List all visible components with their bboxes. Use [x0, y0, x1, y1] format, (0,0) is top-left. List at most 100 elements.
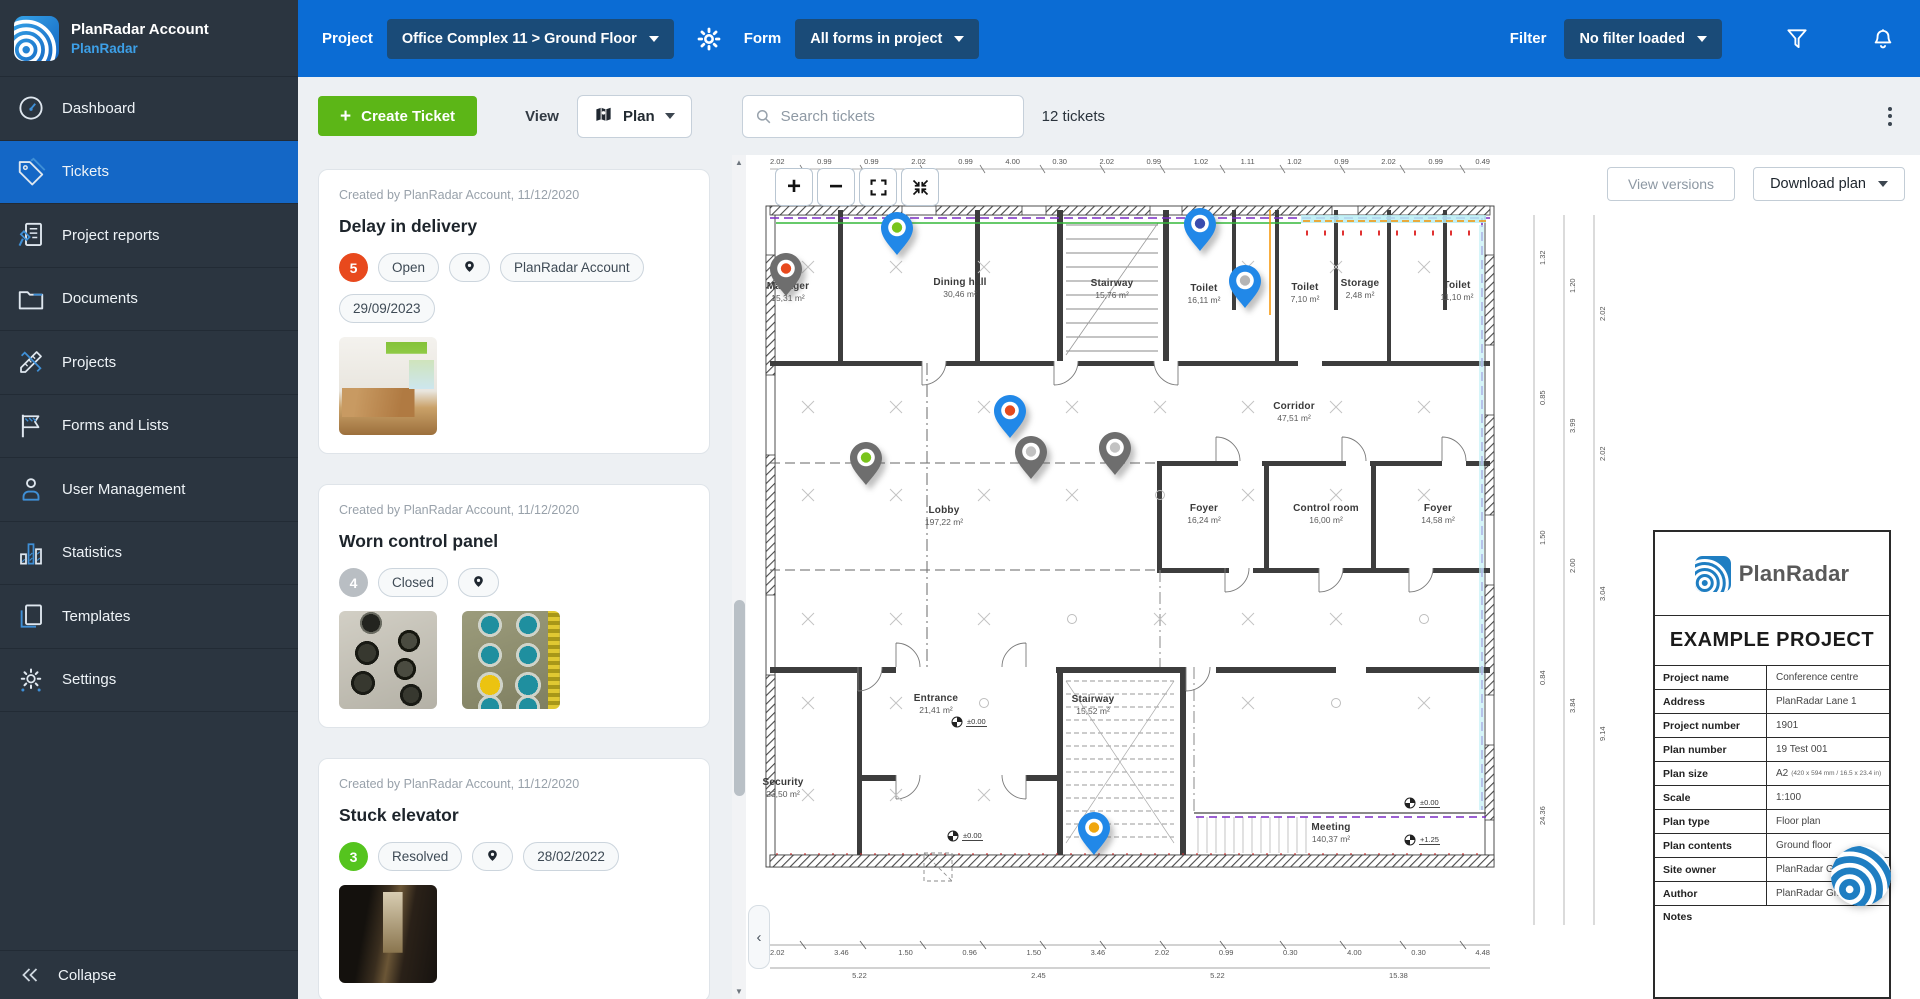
zoom-out-button[interactable]: −: [817, 168, 855, 206]
ticket-card[interactable]: Created by PlanRadar Account, 11/12/2020…: [318, 758, 710, 999]
dimension-value: 0.49: [1475, 157, 1490, 166]
fullscreen-icon[interactable]: [859, 168, 897, 206]
titleblock-row: Project number1901: [1655, 714, 1889, 738]
sidebar-item-tickets[interactable]: Tickets: [0, 141, 298, 205]
account-name: PlanRadar Account: [71, 21, 209, 38]
ticket-thumbnail-elevator-interior[interactable]: [339, 885, 437, 983]
filter-selector[interactable]: No filter loaded: [1564, 19, 1722, 59]
plan-title-block: PlanRadar EXAMPLE PROJECT Project nameCo…: [1653, 530, 1891, 999]
sidebar-item-dashboard[interactable]: Dashboard: [0, 77, 298, 141]
form-selector-value: All forms in project: [810, 31, 942, 47]
account-header[interactable]: PlanRadar Account PlanRadar: [0, 0, 298, 77]
plan-settings-gear-icon[interactable]: [696, 26, 722, 52]
sidebar-item-user-management[interactable]: User Management: [0, 458, 298, 522]
funnel-filter-icon[interactable]: [1784, 26, 1810, 52]
location-pin-pill[interactable]: [458, 568, 499, 597]
titleblock-row-label: Address: [1655, 690, 1767, 713]
ticket-count: 12 tickets: [1042, 108, 1105, 125]
ticket-number-badge: 4: [339, 568, 368, 597]
dimension-value: 0.99: [1334, 157, 1349, 166]
dimension-value: 2.02: [1598, 306, 1607, 321]
sidebar-item-label: Statistics: [62, 544, 122, 561]
filter-label: Filter: [1510, 30, 1547, 47]
ticket-user-pill[interactable]: PlanRadar Account: [500, 253, 644, 282]
chevron-down-icon: [649, 36, 659, 42]
project-label: Project: [322, 30, 373, 47]
ticket-pin[interactable]: [768, 252, 804, 303]
titleblock-row: AddressPlanRadar Lane 1: [1655, 690, 1889, 714]
create-ticket-button[interactable]: + Create Ticket: [318, 96, 477, 136]
settings-icon: [16, 665, 46, 695]
view-versions-button[interactable]: View versions: [1607, 167, 1735, 201]
ticket-date-pill[interactable]: 29/09/2023: [339, 294, 435, 323]
documents-icon: [16, 284, 46, 314]
dimension-value: 0.30: [1052, 157, 1067, 166]
chevron-down-icon: [1697, 36, 1707, 42]
zoom-in-button[interactable]: +: [775, 168, 813, 206]
titleblock-row: Scale1:100: [1655, 786, 1889, 810]
ticket-thumbnail-meeting-room[interactable]: [339, 337, 437, 435]
ticket-card[interactable]: Created by PlanRadar Account, 11/12/2020…: [318, 484, 710, 728]
ticket-thumbnail-elevator-buttons-1[interactable]: [339, 611, 437, 709]
tickets-icon: [16, 157, 46, 187]
dimension-value: 1.50: [1027, 948, 1042, 957]
scrollbar-thumb[interactable]: [734, 600, 745, 796]
dimension-value: 0.99: [817, 157, 832, 166]
sidebar-item-projects[interactable]: Projects: [0, 331, 298, 395]
scroll-up-arrow[interactable]: ▲: [732, 155, 746, 170]
dimension-row-bottom-2: 5.222.455.2215.38: [770, 971, 1490, 980]
dimension-value: 2.02: [1155, 948, 1170, 957]
dimension-value: 4.48: [1475, 948, 1490, 957]
sidebar-item-templates[interactable]: Templates: [0, 585, 298, 649]
ticket-status-pill[interactable]: Open: [378, 253, 439, 282]
sidebar-item-label: User Management: [62, 481, 185, 498]
sidebar-item-settings[interactable]: Settings: [0, 649, 298, 713]
sidebar-item-label: Projects: [62, 354, 116, 371]
download-plan-label: Download plan: [1770, 176, 1866, 192]
form-selector[interactable]: All forms in project: [795, 19, 979, 59]
more-options-icon[interactable]: [1880, 101, 1900, 132]
notifications-bell-icon[interactable]: [1870, 26, 1896, 52]
ticket-pin[interactable]: [848, 441, 884, 492]
ticket-list: Created by PlanRadar Account, 11/12/2020…: [298, 155, 732, 999]
sidebar-item-statistics[interactable]: Statistics: [0, 522, 298, 586]
location-pin-pill[interactable]: [449, 253, 490, 282]
ticket-card[interactable]: Created by PlanRadar Account, 11/12/2020…: [318, 169, 710, 454]
ticket-thumbnail-elevator-buttons-2[interactable]: [462, 611, 560, 709]
search-tickets-input[interactable]: [742, 95, 1024, 138]
sidebar-item-forms-and-lists[interactable]: Forms and Lists: [0, 395, 298, 459]
ticket-pin[interactable]: [879, 211, 915, 262]
dimension-value: 3.46: [834, 948, 849, 957]
dimension-value: 24.36: [1538, 806, 1547, 825]
download-plan-button[interactable]: Download plan: [1753, 167, 1905, 201]
dimension-value: 5.22: [852, 971, 867, 980]
project-selector[interactable]: Office Complex 11 > Ground Floor: [387, 19, 674, 59]
titleblock-row-label: Notes: [1655, 906, 1767, 997]
ticket-status-pill[interactable]: Closed: [378, 568, 448, 597]
ticket-pin[interactable]: [1182, 207, 1218, 258]
ticket-list-scrollbar[interactable]: ▲ ▼: [732, 155, 746, 999]
ticket-pin[interactable]: [1097, 431, 1133, 482]
dimension-value: 2.45: [1031, 971, 1046, 980]
fit-to-screen-icon[interactable]: [901, 168, 939, 206]
sidebar-collapse-button[interactable]: Collapse: [0, 950, 298, 999]
plan-viewport[interactable]: + − View versions Download plan 2.02 0.99…: [746, 155, 1920, 999]
dimension-value: 2.02: [1381, 157, 1396, 166]
ticket-status-pill[interactable]: Resolved: [378, 842, 462, 871]
scroll-down-arrow[interactable]: ▼: [732, 984, 746, 999]
dimension-value: 4.00: [1005, 157, 1020, 166]
titleblock-row-value: PlanRadar Lane 1: [1767, 690, 1889, 713]
ticket-pin[interactable]: [1227, 264, 1263, 315]
collapse-label: Collapse: [58, 967, 116, 984]
sidebar-item-documents[interactable]: Documents: [0, 268, 298, 332]
sidebar-item-project-reports[interactable]: Project reports: [0, 204, 298, 268]
view-mode-selector[interactable]: Plan: [577, 95, 692, 138]
ticket-date-pill[interactable]: 28/02/2022: [523, 842, 619, 871]
chevron-down-icon: [1878, 181, 1888, 187]
location-pin-pill[interactable]: [472, 842, 513, 871]
ticket-pin[interactable]: [1013, 435, 1049, 486]
titleblock-project-title: EXAMPLE PROJECT: [1655, 616, 1889, 666]
collapse-panel-tab[interactable]: ‹: [748, 905, 770, 969]
ticket-pin[interactable]: [1076, 811, 1112, 862]
account-company: PlanRadar: [71, 41, 209, 56]
